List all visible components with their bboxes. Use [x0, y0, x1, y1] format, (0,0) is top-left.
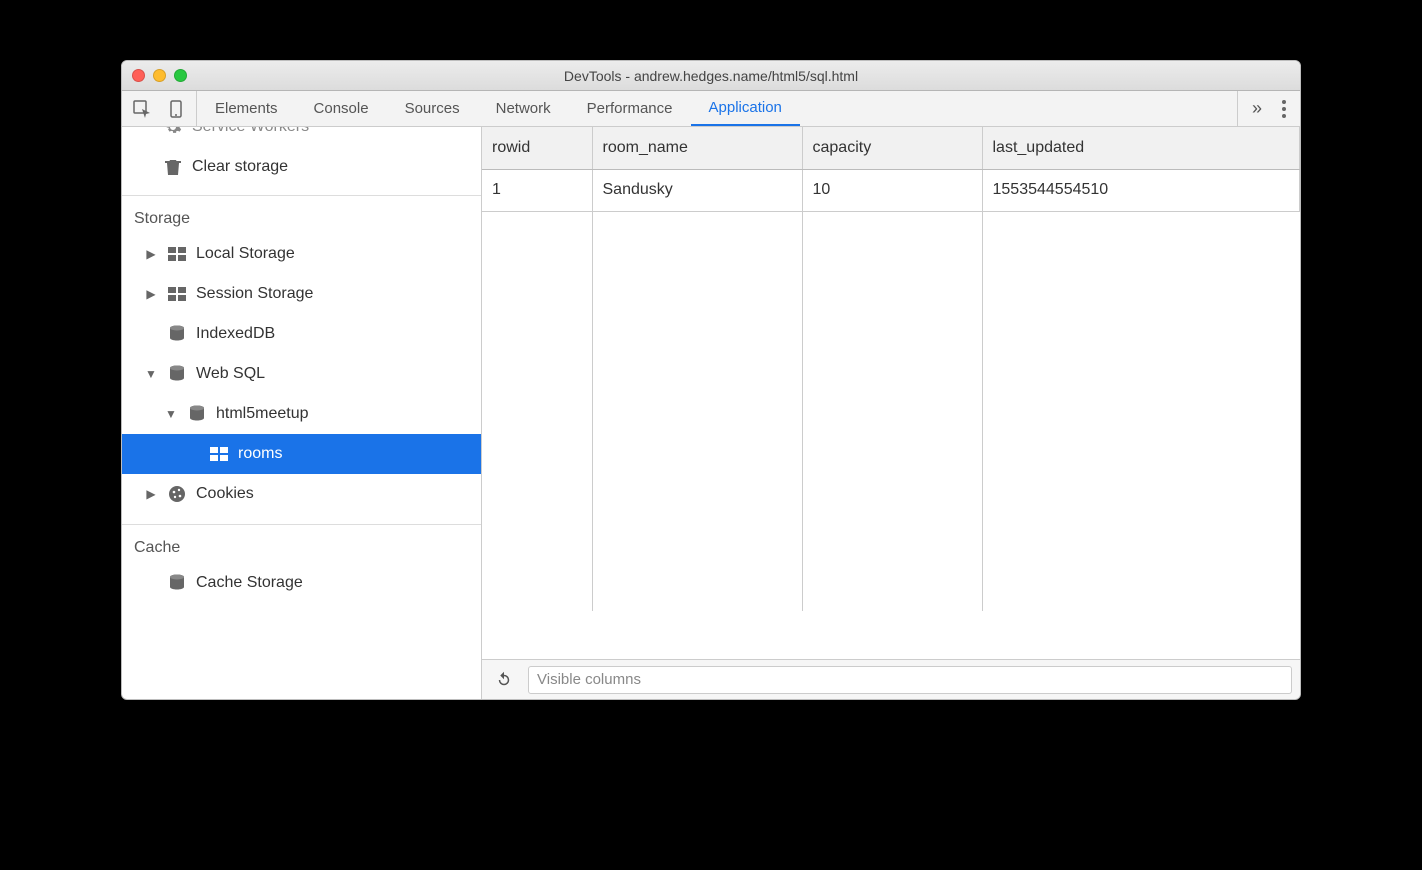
- cell-last-updated: 1553544554510: [982, 169, 1300, 211]
- chevron-right-icon: ▶: [144, 287, 158, 301]
- sidebar-item-cache-storage[interactable]: Cache Storage: [122, 563, 481, 603]
- inspect-element-icon[interactable]: [132, 99, 152, 119]
- table-header-row: rowid room_name capacity last_updated: [482, 127, 1300, 169]
- sidebar-item-label: Session Storage: [196, 285, 313, 303]
- tab-sources[interactable]: Sources: [387, 91, 478, 126]
- toolbar-right: »: [1237, 91, 1300, 126]
- visible-columns-input[interactable]: [528, 666, 1292, 694]
- window-title: DevTools - andrew.hedges.name/html5/sql.…: [122, 68, 1300, 84]
- chevron-down-icon: ▼: [144, 367, 158, 381]
- panel-tabs: Elements Console Sources Network Perform…: [197, 91, 1237, 126]
- sidebar-item-label: Web SQL: [196, 365, 265, 383]
- refresh-button[interactable]: [490, 666, 518, 694]
- sidebar-item-label: Clear storage: [192, 158, 288, 176]
- table-row[interactable]: 1 Sandusky 10 1553544554510: [482, 169, 1300, 211]
- sidebar-item-label: rooms: [238, 445, 282, 463]
- more-menu-icon[interactable]: [1282, 100, 1286, 118]
- sidebar: Service Workers Clear storage Storage ▶ …: [122, 127, 482, 699]
- cell-room-name: Sandusky: [592, 169, 802, 211]
- table-icon: [166, 287, 188, 301]
- chevron-down-icon: ▼: [164, 407, 178, 421]
- table-icon: [166, 247, 188, 261]
- database-icon: [166, 325, 188, 343]
- sidebar-item-label: Local Storage: [196, 245, 295, 263]
- cookie-icon: [166, 485, 188, 503]
- sidebar-item-session-storage[interactable]: ▶ Session Storage: [122, 274, 481, 314]
- sidebar-item-label: Cookies: [196, 485, 254, 503]
- sidebar-item-html5meetup[interactable]: ▼ html5meetup: [122, 394, 481, 434]
- minimize-window-button[interactable]: [153, 69, 166, 82]
- data-table: rowid room_name capacity last_updated 1 …: [482, 127, 1300, 611]
- section-header-cache: Cache: [122, 524, 481, 563]
- sidebar-item-indexeddb[interactable]: IndexedDB: [122, 314, 481, 354]
- sidebar-item-websql[interactable]: ▼ Web SQL: [122, 354, 481, 394]
- database-icon: [166, 574, 188, 592]
- table-icon: [208, 447, 230, 461]
- toolbar-left: [122, 91, 197, 126]
- table-empty-space: [482, 211, 1300, 611]
- chevron-right-icon: ▶: [144, 247, 158, 261]
- sidebar-item-label: Cache Storage: [196, 574, 303, 592]
- table-area: rowid room_name capacity last_updated 1 …: [482, 127, 1300, 659]
- refresh-icon: [495, 671, 513, 689]
- cell-capacity: 10: [802, 169, 982, 211]
- titlebar: DevTools - andrew.hedges.name/html5/sql.…: [122, 61, 1300, 91]
- tab-performance[interactable]: Performance: [569, 91, 691, 126]
- sidebar-item-local-storage[interactable]: ▶ Local Storage: [122, 234, 481, 274]
- tab-elements[interactable]: Elements: [197, 91, 296, 126]
- sidebar-item-clear-storage[interactable]: Clear storage: [122, 147, 481, 187]
- gear-icon: [162, 127, 184, 136]
- device-toolbar-icon[interactable]: [166, 99, 186, 119]
- sidebar-item-label: html5meetup: [216, 405, 309, 423]
- sidebar-item-cookies[interactable]: ▶ Cookies: [122, 474, 481, 514]
- col-header-capacity[interactable]: capacity: [802, 127, 982, 169]
- sidebar-item-rooms[interactable]: rooms: [122, 434, 481, 474]
- col-header-rowid[interactable]: rowid: [482, 127, 592, 169]
- devtools-window: DevTools - andrew.hedges.name/html5/sql.…: [121, 60, 1301, 700]
- sidebar-item-label: Service Workers: [192, 127, 309, 136]
- sidebar-item-label: IndexedDB: [196, 325, 275, 343]
- database-icon: [166, 365, 188, 383]
- bottom-bar: [482, 659, 1300, 699]
- more-tabs-icon[interactable]: »: [1252, 98, 1262, 119]
- sidebar-item-service-workers[interactable]: Service Workers: [122, 127, 481, 147]
- body: Service Workers Clear storage Storage ▶ …: [122, 127, 1300, 699]
- main-panel: rowid room_name capacity last_updated 1 …: [482, 127, 1300, 699]
- cell-rowid: 1: [482, 169, 592, 211]
- tab-network[interactable]: Network: [478, 91, 569, 126]
- tab-application[interactable]: Application: [691, 91, 800, 126]
- col-header-last-updated[interactable]: last_updated: [982, 127, 1300, 169]
- section-header-storage: Storage: [122, 195, 481, 234]
- chevron-right-icon: ▶: [144, 487, 158, 501]
- toolbar: Elements Console Sources Network Perform…: [122, 91, 1300, 127]
- traffic-lights: [132, 69, 187, 82]
- col-header-room-name[interactable]: room_name: [592, 127, 802, 169]
- trash-icon: [162, 158, 184, 176]
- tab-console[interactable]: Console: [296, 91, 387, 126]
- fullscreen-window-button[interactable]: [174, 69, 187, 82]
- close-window-button[interactable]: [132, 69, 145, 82]
- database-icon: [186, 405, 208, 423]
